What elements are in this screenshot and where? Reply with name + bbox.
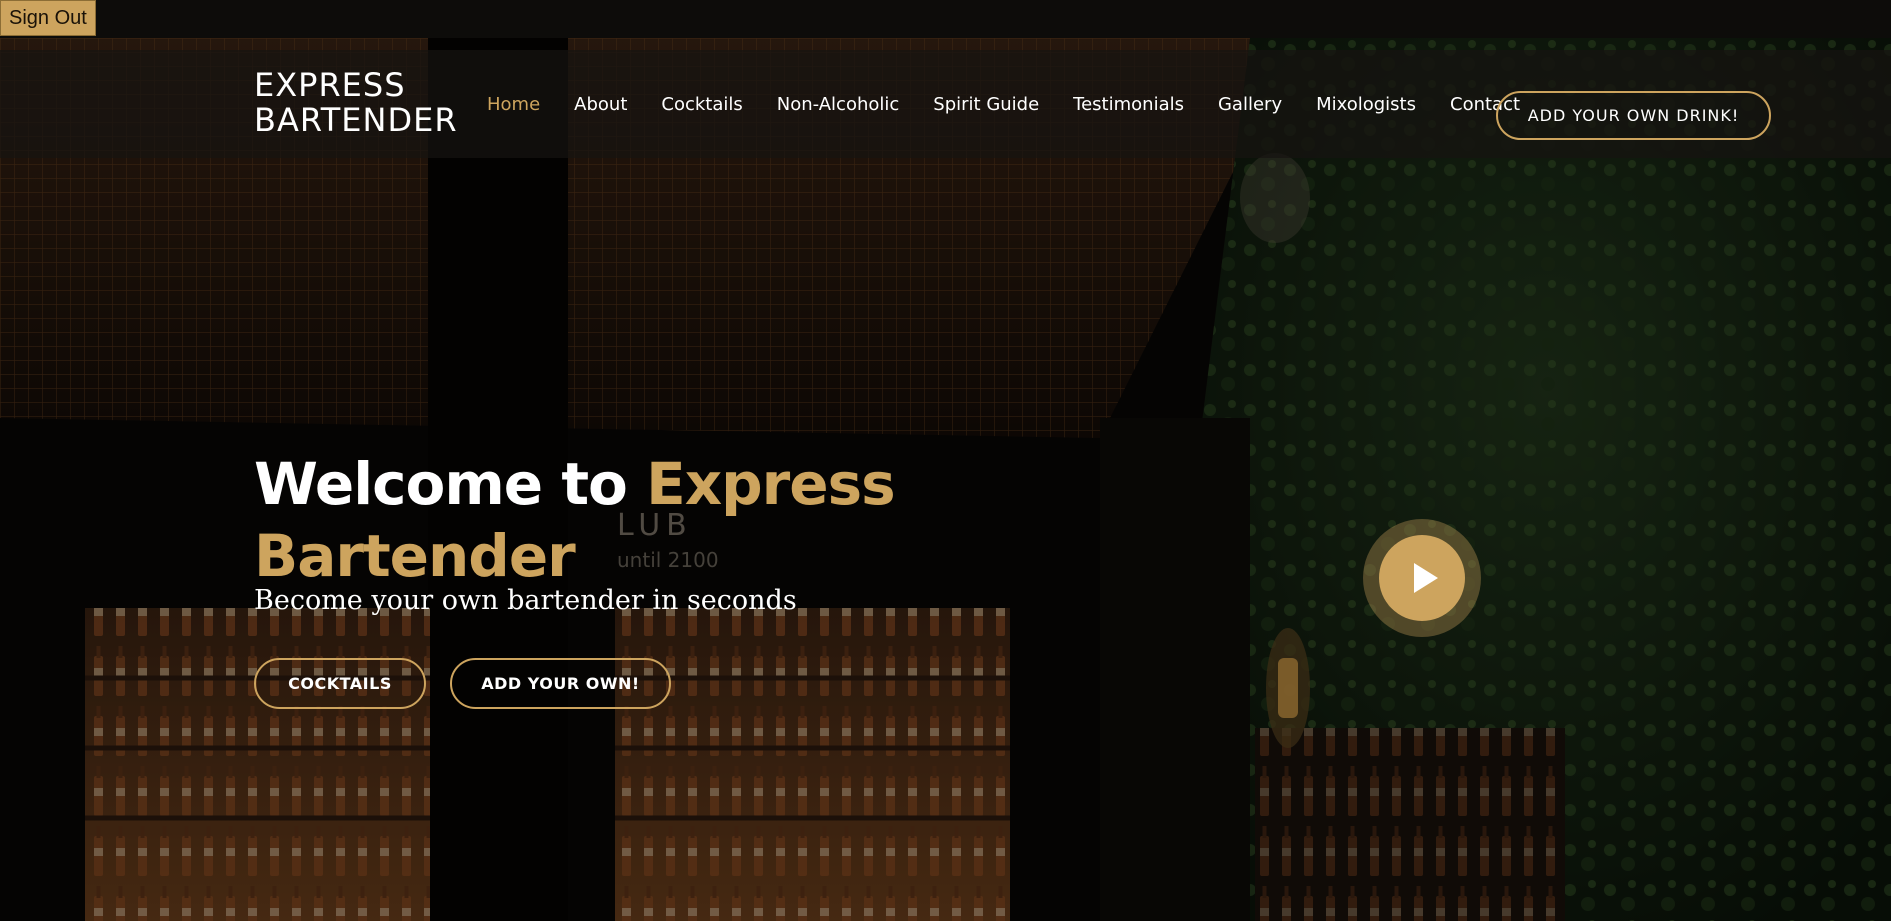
- nav-gallery[interactable]: Gallery: [1218, 94, 1282, 115]
- cocktails-button[interactable]: COCKTAILS: [254, 658, 426, 709]
- play-button-core: [1379, 535, 1465, 621]
- nav-non-alcoholic[interactable]: Non-Alcoholic: [777, 94, 900, 115]
- hero-subtitle: Become your own bartender in seconds: [254, 585, 797, 616]
- nav-testimonials[interactable]: Testimonials: [1073, 94, 1184, 115]
- nav-about[interactable]: About: [574, 94, 627, 115]
- site-logo[interactable]: EXPRESS BARTENDER: [254, 68, 474, 138]
- primary-nav: Home About Cocktails Non-Alcoholic Spiri…: [487, 84, 1554, 124]
- hero-section: LUB until 2100 EXPRESS BARTENDER Home Ab…: [0, 38, 1891, 921]
- logo-line-1: EXPRESS: [254, 66, 406, 104]
- main-navbar: EXPRESS BARTENDER Home About Cocktails N…: [0, 50, 1891, 158]
- play-icon: [1414, 563, 1438, 593]
- logo-line-2: BARTENDER: [254, 101, 458, 139]
- nav-cocktails[interactable]: Cocktails: [661, 94, 742, 115]
- add-your-own-drink-button[interactable]: ADD YOUR OWN DRINK!: [1496, 91, 1771, 140]
- hero-title-white: Welcome to: [254, 450, 647, 518]
- add-your-own-button[interactable]: ADD YOUR OWN!: [450, 658, 671, 709]
- play-video-button[interactable]: [1363, 519, 1481, 637]
- hero-title: Welcome to Express Bartender: [254, 448, 954, 592]
- sign-out-button[interactable]: Sign Out: [0, 0, 96, 36]
- nav-spirit-guide[interactable]: Spirit Guide: [933, 94, 1039, 115]
- nav-home[interactable]: Home: [487, 94, 540, 115]
- top-bar: Sign Out: [0, 0, 1891, 38]
- nav-mixologists[interactable]: Mixologists: [1316, 94, 1416, 115]
